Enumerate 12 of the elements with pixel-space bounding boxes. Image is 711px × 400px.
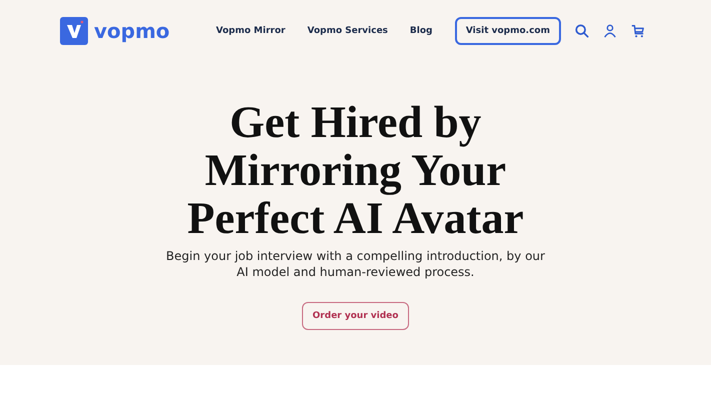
logo-icon — [60, 17, 88, 45]
nav-link[interactable]: Vopmo Mirror — [216, 26, 286, 36]
hero-subtitle: Begin your job interview with a compelling introduction, by our AI model and human-reviewed process. — [166, 248, 546, 280]
visit-site-button[interactable]: Visit vopmo.com — [454, 17, 561, 45]
order-video-button[interactable]: Order your video — [302, 302, 410, 330]
nav-link[interactable]: Blog — [410, 26, 432, 36]
cart-icon[interactable] — [631, 24, 645, 38]
hero-title: Get Hired by Mirroring Your Perfect AI Avatar — [187, 98, 524, 242]
logo-text[interactable]: vopmo — [94, 19, 170, 43]
nav-link[interactable]: Vopmo Services — [307, 26, 388, 36]
account-icon[interactable] — [603, 24, 617, 38]
search-icon[interactable] — [575, 24, 589, 38]
